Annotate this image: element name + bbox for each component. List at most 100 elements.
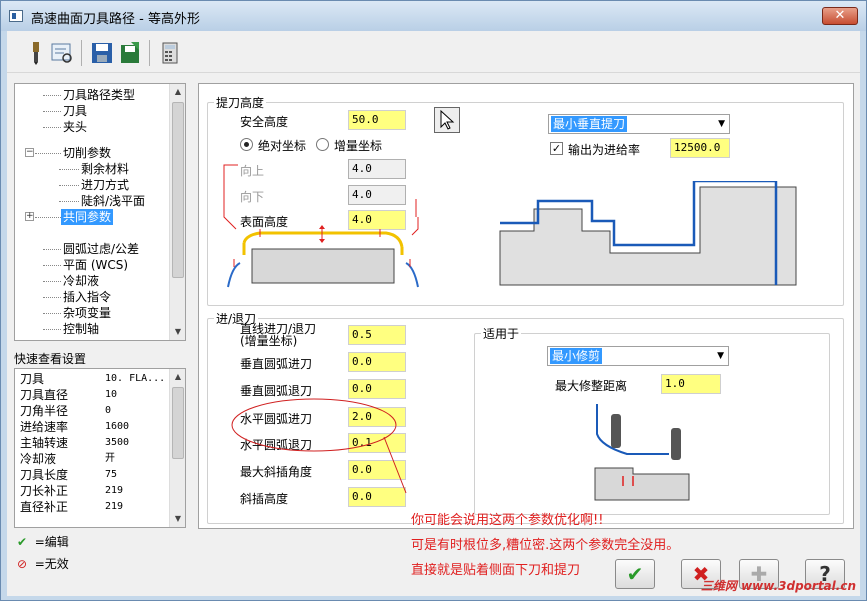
chevron-down-icon: ▼ (718, 119, 725, 129)
select-pointer-button[interactable] (434, 107, 460, 133)
tree-item-planes[interactable]: 平面 (WCS) (63, 257, 128, 273)
vertical-arc-entry-input[interactable]: 0.0 (348, 352, 406, 372)
legend-edit: ✔ =编辑 (17, 533, 69, 550)
trim-diagram (594, 404, 690, 501)
quick-value: 10 (105, 389, 118, 400)
quick-value: 3500 (105, 437, 130, 448)
quick-row: 进给速率 1600 (20, 419, 129, 435)
quick-row: 主轴转速 3500 (20, 435, 129, 451)
quick-row: 刀角半径 0 (20, 403, 111, 419)
tree-connector (43, 249, 61, 250)
note-line-3: 直接就是贴着侧面下刀和提刀 (411, 563, 581, 578)
tree-connector (43, 265, 61, 266)
quick-row: 冷却液 开 (20, 451, 115, 467)
tree-item-steep-shallow[interactable]: 陡斜/浅平面 (81, 193, 145, 209)
scroll-up-icon[interactable]: ▲ (170, 369, 185, 385)
retract-method-select[interactable]: 最小垂直提刀 ▼ (548, 114, 730, 134)
absolute-radio[interactable] (240, 138, 253, 151)
title-bar[interactable]: 高速曲面刀具路径 - 等高外形 ✕ (1, 1, 866, 31)
legend-invalid: ⊘ =无效 (17, 555, 69, 572)
ok-button[interactable]: ✔ (615, 559, 655, 589)
tree-connector (59, 201, 79, 202)
save-as-icon[interactable] (117, 40, 143, 66)
linear-entry-label: 直线进刀/退刀 (增量坐标) (240, 322, 317, 348)
tree-item-entry[interactable]: 进刀方式 (81, 177, 129, 193)
quick-key: 直径补正 (20, 500, 69, 514)
scroll-thumb[interactable] (172, 102, 184, 278)
legend-edit-label: =编辑 (34, 535, 69, 549)
tree-item-rest-material[interactable]: 剩余材料 (81, 161, 129, 177)
quick-key: 刀角半径 (20, 404, 69, 418)
tree-item-coolant[interactable]: 冷却液 (63, 273, 99, 289)
tree-connector (43, 111, 61, 112)
window-title: 高速曲面刀具路径 - 等高外形 (31, 12, 200, 27)
tree-connector (43, 313, 61, 314)
quick-row: 刀长补正 219 (20, 483, 123, 499)
tree-item-holder[interactable]: 夹头 (63, 119, 87, 135)
incremental-radio[interactable] (316, 138, 329, 151)
apply-to-title: 适用于 (481, 325, 522, 342)
checkmark-icon: ✔ (17, 535, 28, 549)
quick-value: 开 (105, 453, 115, 464)
tree-connector (43, 95, 61, 96)
tree-item-tool[interactable]: 刀具 (63, 103, 87, 119)
quick-value: 1600 (105, 421, 130, 432)
annotation-oval (231, 398, 407, 494)
vertical-arc-exit-input[interactable]: 0.0 (348, 379, 406, 399)
apply-to-select[interactable]: 最小修剪 ▼ (547, 346, 729, 366)
scroll-down-icon[interactable]: ▼ (170, 511, 185, 527)
tree-item-toolpath-type[interactable]: 刀具路径类型 (63, 87, 135, 103)
tree-connector (43, 297, 61, 298)
expand-icon[interactable]: + (25, 212, 34, 221)
tree-item-axis-control[interactable]: 控制轴 (63, 321, 99, 337)
pointer-icon (440, 109, 455, 130)
app-icon (9, 10, 23, 22)
tree-item-arc-filter[interactable]: 圆弧过虑/公差 (63, 241, 139, 257)
retract-group: 提刀高度 安全高度 50.0 绝对坐标 增量坐标 向上 4.0 向下 4.0 表… (207, 94, 844, 306)
toolbar (7, 31, 860, 73)
max-trim-input[interactable]: 1.0 (661, 374, 721, 394)
note-line-1: 你可能会说用这两个参数优化啊!! (411, 513, 604, 528)
tree-item-cut-params[interactable]: 切削参数 (63, 145, 111, 161)
tree-scrollbar[interactable]: ▲ ▼ (169, 84, 185, 340)
legend-invalid-label: =无效 (34, 557, 69, 571)
retract-method-value: 最小垂直提刀 (551, 116, 628, 132)
toolbar-separator (149, 40, 150, 66)
save-icon[interactable] (89, 40, 115, 66)
tree-connector (43, 127, 61, 128)
apply-to-group: 适用于 最小修剪 ▼ 最大修整距离 1.0 (474, 325, 830, 515)
quick-key: 刀具直径 (20, 388, 69, 402)
watermark: 三维网 www.3dportal.cn (700, 579, 856, 593)
note-line-2: 可是有时根位多,糟位密.这两个参数完全没用。 (411, 538, 680, 553)
scroll-down-icon[interactable]: ▼ (170, 324, 185, 340)
quick-scrollbar[interactable]: ▲ ▼ (169, 369, 185, 527)
linear-entry-input[interactable]: 0.5 (348, 325, 406, 345)
collapse-icon[interactable]: − (25, 148, 34, 157)
tool-icon[interactable] (23, 40, 49, 66)
absolute-label: 绝对坐标 (258, 139, 307, 153)
no-entry-icon: ⊘ (17, 557, 28, 571)
tree-connector (35, 217, 61, 218)
feed-rate-input[interactable]: 12500.0 (670, 138, 730, 158)
tree-item-canned-text[interactable]: 插入指令 (63, 289, 111, 305)
quick-key: 冷却液 (20, 452, 57, 466)
tree-connector (59, 169, 79, 170)
quick-row: 刀具直径 10 (20, 387, 117, 403)
scroll-up-icon[interactable]: ▲ (170, 84, 185, 100)
tree-connector (35, 153, 61, 154)
quick-row: 刀具长度 75 (20, 467, 117, 483)
tree-item-misc-values[interactable]: 杂项变量 (63, 305, 111, 321)
view-icon[interactable] (49, 40, 75, 66)
close-button[interactable]: ✕ (822, 7, 858, 25)
calculator-icon[interactable] (157, 40, 183, 66)
quick-key: 主轴转速 (20, 436, 69, 450)
safe-height-input[interactable]: 50.0 (348, 110, 406, 130)
quick-row: 刀具 10. FLA... (20, 371, 165, 387)
parameter-tree[interactable]: 刀具路径类型 刀具 夹头 − 切削参数 剩余材料 进刀方式 陡斜/浅平面 + 共… (14, 83, 186, 341)
dialog-client: 刀具路径类型 刀具 夹头 − 切削参数 剩余材料 进刀方式 陡斜/浅平面 + 共… (7, 31, 860, 596)
tree-item-linking-params[interactable]: 共同参数 (61, 209, 114, 225)
quick-value: 219 (105, 501, 124, 512)
output-as-feed-checkbox[interactable]: ✓ (550, 142, 563, 155)
quick-value: 10. FLA... (105, 373, 166, 384)
scroll-thumb[interactable] (172, 387, 184, 459)
